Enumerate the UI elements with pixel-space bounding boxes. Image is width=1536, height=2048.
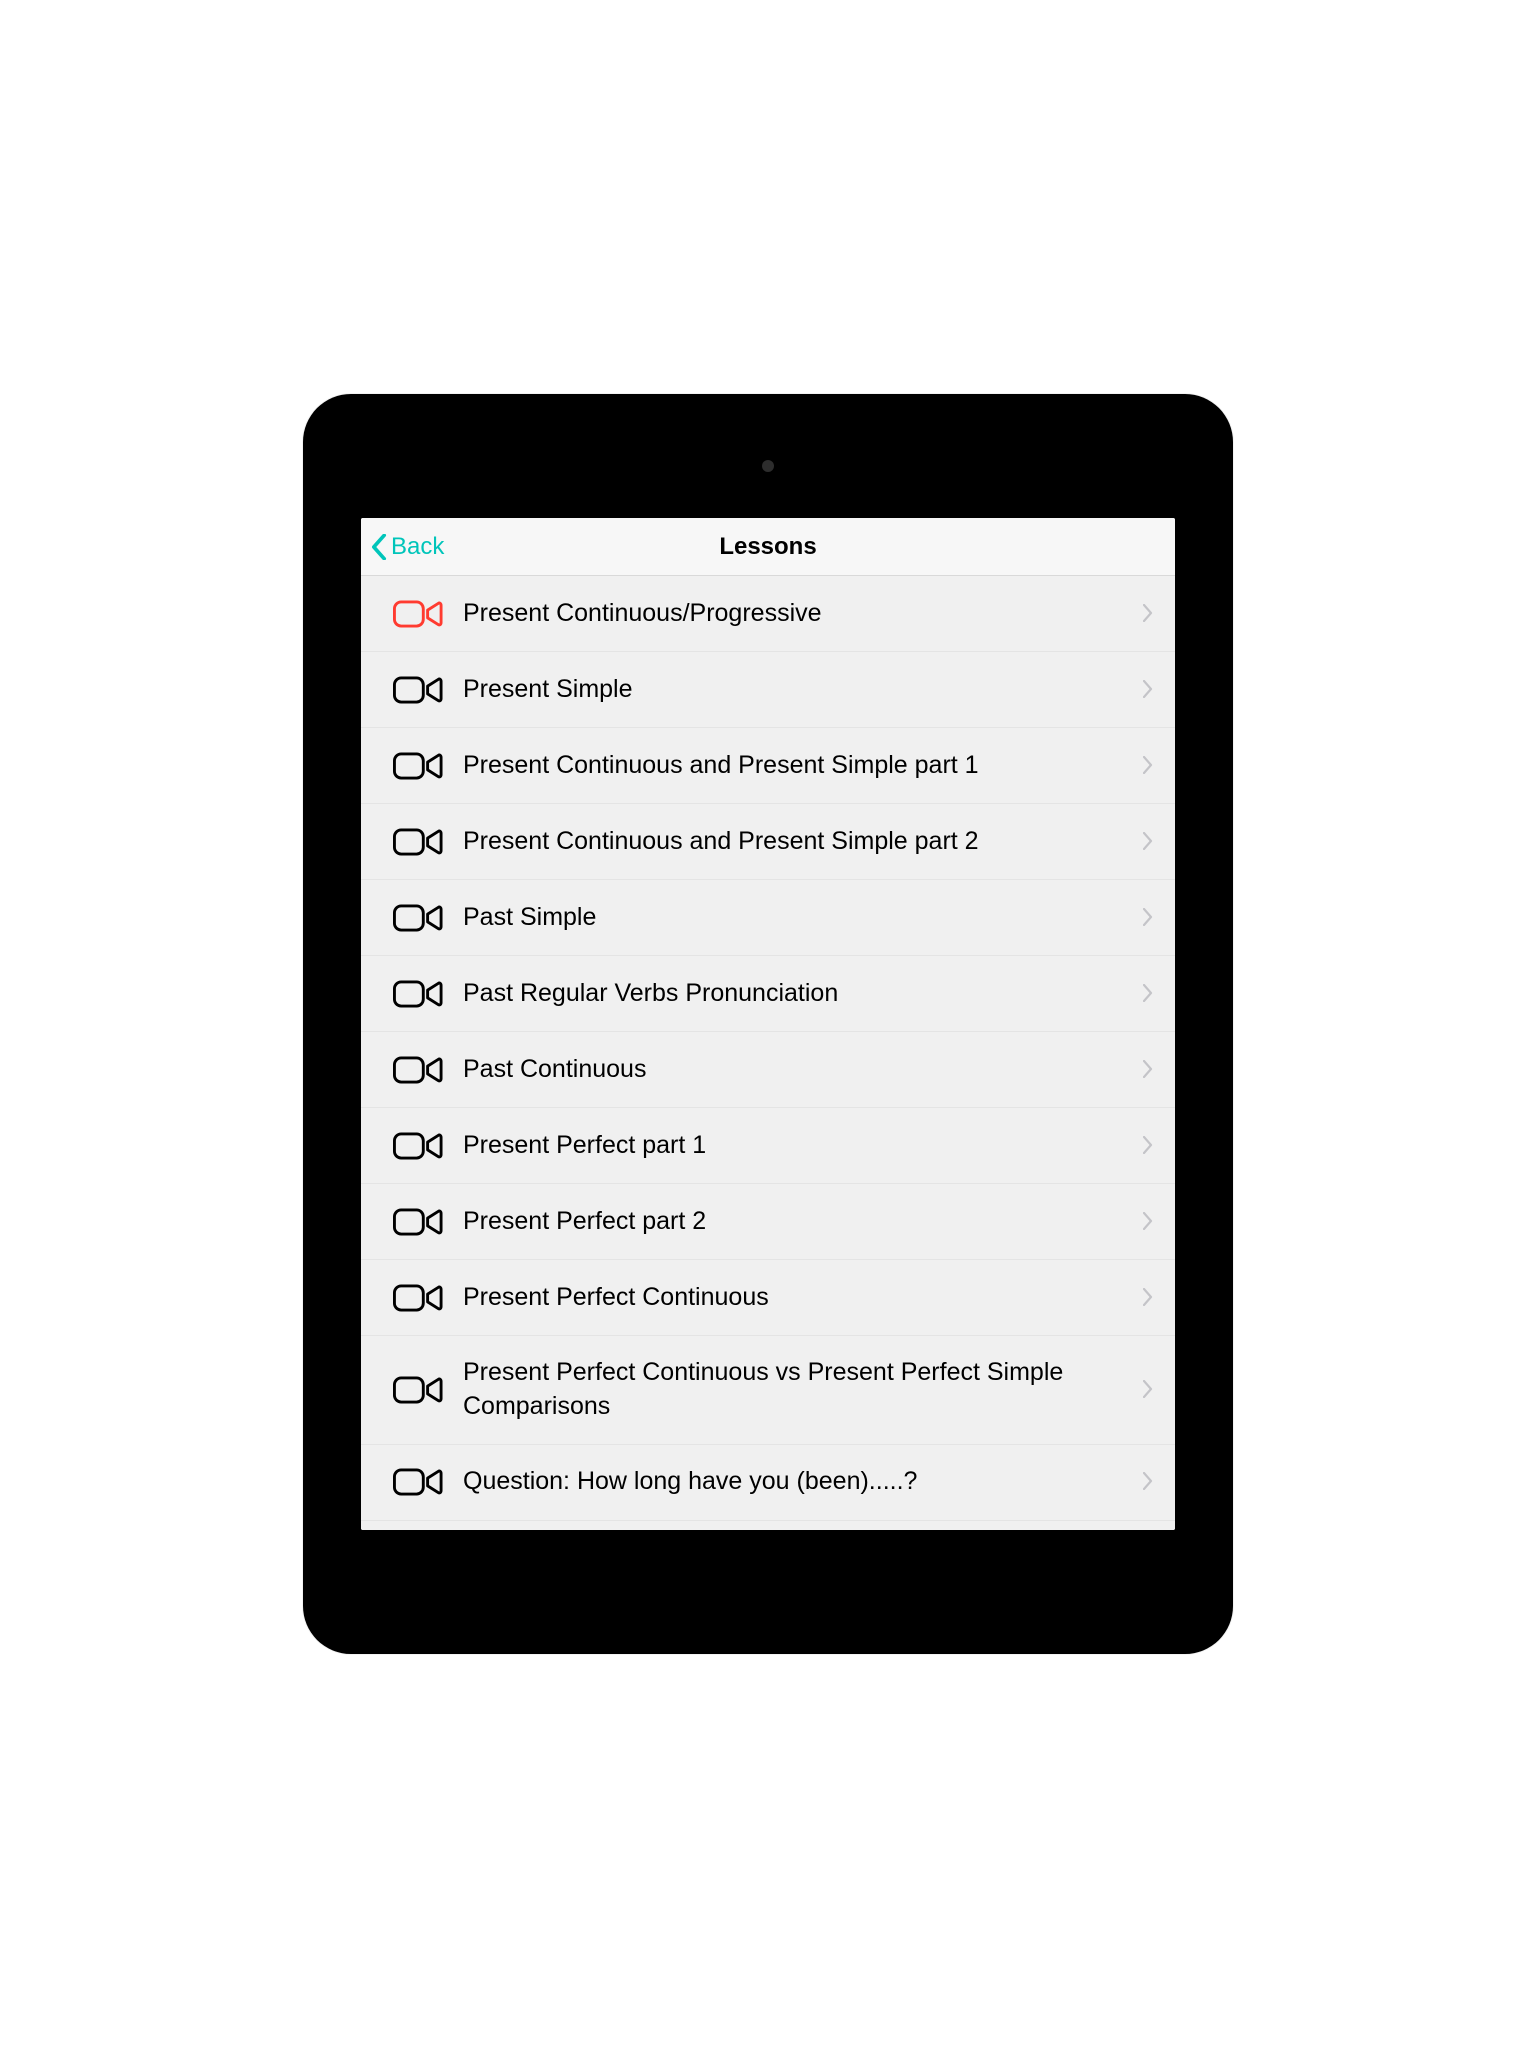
- video-icon: [393, 1282, 443, 1314]
- video-icon: [393, 674, 443, 706]
- chevron-right-icon: [1143, 604, 1155, 624]
- lesson-label: Present Perfect part 1: [463, 1129, 1143, 1163]
- video-icon: [393, 1374, 443, 1406]
- lesson-item[interactable]: Present Simple: [361, 652, 1175, 728]
- lesson-item[interactable]: Present Perfect Continuous vs Present Pe…: [361, 1336, 1175, 1445]
- app-screen: Back Lessons Present Continuous/Progress…: [361, 518, 1175, 1530]
- lesson-label: Past Continuous: [463, 1053, 1143, 1087]
- lesson-item[interactable]: Present Continuous and Present Simple pa…: [361, 804, 1175, 880]
- video-icon: [393, 1466, 443, 1498]
- back-button[interactable]: Back: [371, 533, 444, 561]
- chevron-right-icon: [1143, 832, 1155, 852]
- chevron-right-icon: [1143, 1380, 1155, 1400]
- back-label: Back: [391, 533, 444, 561]
- video-icon: [393, 826, 443, 858]
- lesson-label: Present Perfect Continuous: [463, 1281, 1143, 1315]
- chevron-left-icon: [371, 534, 387, 560]
- page-title: Lessons: [719, 533, 816, 561]
- lesson-label: Past Regular Verbs Pronunciation: [463, 977, 1143, 1011]
- chevron-right-icon: [1143, 1212, 1155, 1232]
- video-icon: [393, 1054, 443, 1086]
- video-icon: [393, 750, 443, 782]
- chevron-right-icon: [1143, 756, 1155, 776]
- camera-icon: [762, 460, 774, 472]
- lesson-label: Present Continuous/Progressive: [463, 597, 1143, 631]
- video-icon: [393, 978, 443, 1010]
- lesson-list[interactable]: Present Continuous/Progressive Present Si…: [361, 576, 1175, 1530]
- lesson-label: Past Simple: [463, 901, 1143, 935]
- video-icon: [393, 1206, 443, 1238]
- video-icon: [393, 598, 443, 630]
- chevron-right-icon: [1143, 1472, 1155, 1492]
- tablet-inner: Back Lessons Present Continuous/Progress…: [311, 402, 1225, 1646]
- lesson-item[interactable]: Present Perfect part 1: [361, 1108, 1175, 1184]
- lesson-item[interactable]: Past Simple: [361, 880, 1175, 956]
- lesson-item[interactable]: Present Perfect Continuous: [361, 1260, 1175, 1336]
- video-icon: [393, 1130, 443, 1162]
- chevron-right-icon: [1143, 1060, 1155, 1080]
- lesson-label: Present Perfect Continuous vs Present Pe…: [463, 1356, 1143, 1424]
- chevron-right-icon: [1143, 908, 1155, 928]
- chevron-right-icon: [1143, 1136, 1155, 1156]
- lesson-item[interactable]: Question: How long have you (been).....?: [361, 1445, 1175, 1521]
- lesson-item[interactable]: Past Regular Verbs Pronunciation: [361, 956, 1175, 1032]
- lesson-label: Present Simple: [463, 673, 1143, 707]
- chevron-right-icon: [1143, 984, 1155, 1004]
- lesson-label: Question: How long have you (been).....?: [463, 1465, 1143, 1499]
- chevron-right-icon: [1143, 1288, 1155, 1308]
- chevron-right-icon: [1143, 680, 1155, 700]
- lesson-item[interactable]: Present Continuous/Progressive: [361, 576, 1175, 652]
- page-wrap: Back Lessons Present Continuous/Progress…: [288, 379, 1248, 1669]
- tablet-frame: Back Lessons Present Continuous/Progress…: [303, 394, 1233, 1654]
- lesson-label: Present Continuous and Present Simple pa…: [463, 825, 1143, 859]
- lesson-item[interactable]: Present Perfect part 2: [361, 1184, 1175, 1260]
- tablet-notch: [603, 402, 933, 424]
- nav-bar: Back Lessons: [361, 518, 1175, 576]
- lesson-item[interactable]: Past Continuous: [361, 1032, 1175, 1108]
- lesson-label: Present Perfect part 2: [463, 1205, 1143, 1239]
- lesson-item[interactable]: Present Continuous and Present Simple pa…: [361, 728, 1175, 804]
- lesson-label: Present Continuous and Present Simple pa…: [463, 749, 1143, 783]
- video-icon: [393, 902, 443, 934]
